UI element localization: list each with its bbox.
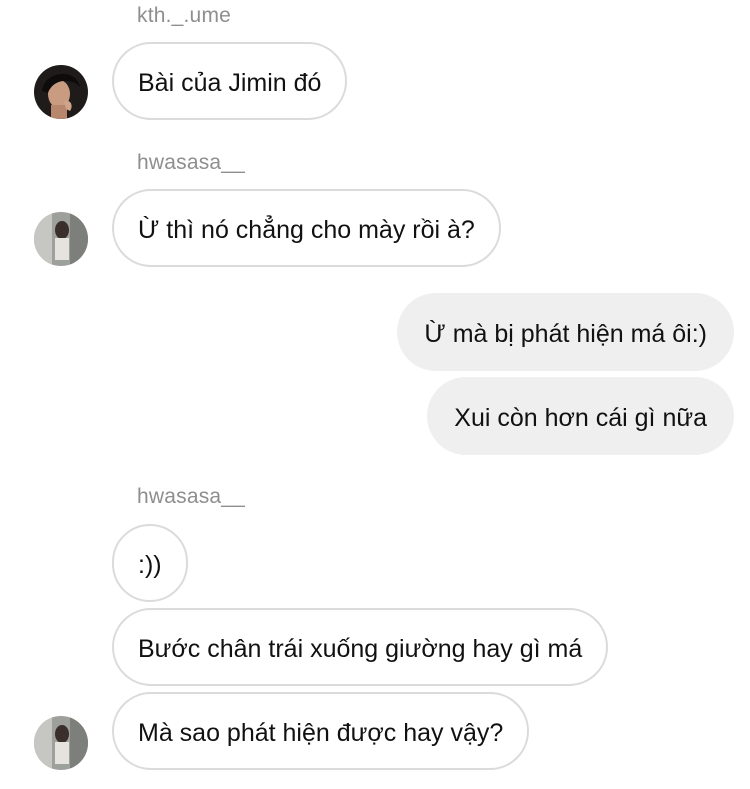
message-text: :)) xyxy=(138,551,162,579)
sender-name: kth._.ume xyxy=(137,4,232,27)
avatar-photo xyxy=(34,65,88,119)
sender-name: hwasasa__ xyxy=(137,485,246,508)
sender-name: hwasasa__ xyxy=(137,151,246,174)
message-bubble-incoming[interactable]: Ừ thì nó chẳng cho mày rồi à? xyxy=(112,189,501,267)
message-text: Mà sao phát hiện được hay vậy? xyxy=(138,719,504,747)
avatar-photo xyxy=(34,716,88,770)
message-bubble-incoming[interactable]: Mà sao phát hiện được hay vậy? xyxy=(112,692,530,770)
message-bubble-incoming[interactable]: Bước chân trái xuống giường hay gì má xyxy=(112,608,609,686)
message-bubble-outgoing[interactable]: Xui còn hơn cái gì nữa xyxy=(427,377,734,455)
avatar-photo xyxy=(34,212,88,266)
user-avatar[interactable] xyxy=(34,212,88,266)
message-bubble-incoming[interactable]: Bài của Jimin đó xyxy=(112,42,348,120)
user-avatar[interactable] xyxy=(34,716,88,770)
user-avatar[interactable] xyxy=(34,65,88,119)
message-bubble-incoming[interactable]: :)) xyxy=(112,524,188,602)
message-text: Bước chân trái xuống giường hay gì má xyxy=(138,635,583,663)
message-text: Xui còn hơn cái gì nữa xyxy=(454,404,707,432)
message-text: Ừ mà bị phát hiện má ôi:) xyxy=(424,320,707,348)
message-text: Bài của Jimin đó xyxy=(138,69,322,97)
message-bubble-outgoing[interactable]: Ừ mà bị phát hiện má ôi:) xyxy=(397,293,734,371)
message-text: Ừ thì nó chẳng cho mày rồi à? xyxy=(138,216,475,244)
